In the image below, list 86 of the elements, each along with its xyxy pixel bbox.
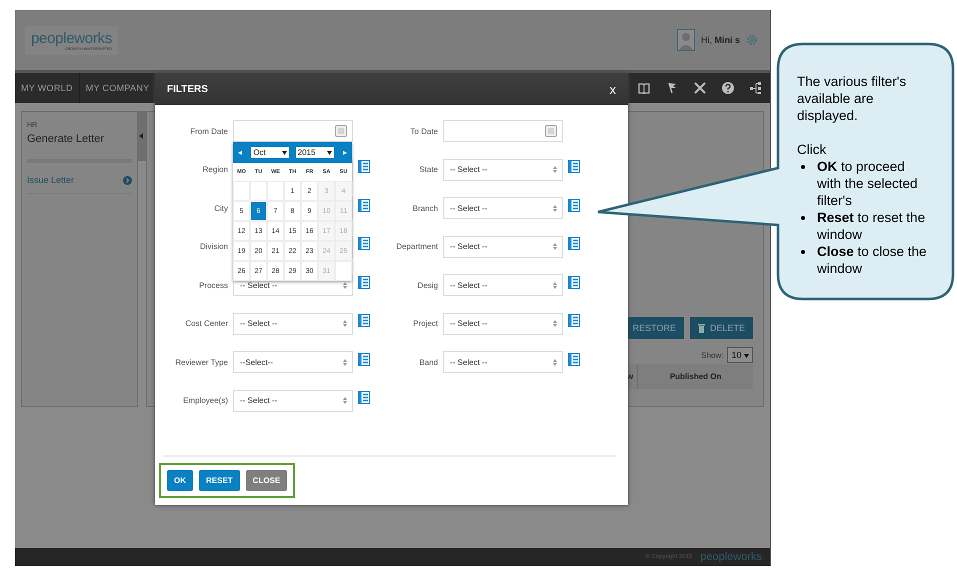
field-label: From Date: [189, 126, 228, 136]
field-label: Region: [202, 165, 228, 174]
field-label: Desig: [416, 280, 438, 290]
sort-arrows-icon: [553, 358, 557, 366]
callout-text: The various filter's available are displayed.: [797, 73, 908, 124]
logo-text: peopleworks: [31, 30, 112, 46]
empty-day-cell: [267, 181, 284, 201]
bullet-icon: [801, 165, 805, 169]
list-icon[interactable]: [568, 160, 580, 173]
year-select[interactable]: 2015: [296, 147, 334, 158]
bullet-icon: [801, 250, 805, 254]
next-month-button[interactable]: ▸: [340, 148, 350, 157]
sort-arrows-icon: [343, 358, 347, 366]
bullet-icon: [801, 216, 805, 220]
list-icon[interactable]: [358, 160, 370, 173]
select-field[interactable]: -- Select --: [443, 312, 563, 334]
field-label: Band: [418, 358, 438, 366]
book-icon[interactable]: [638, 82, 650, 94]
trash-icon: [698, 324, 705, 332]
sort-arrows-icon: [553, 282, 557, 288]
callout-text: Click: [797, 141, 828, 158]
select-field[interactable]: -- Select --: [443, 236, 563, 258]
caret-icon: [326, 150, 332, 154]
select-field[interactable]: -- Select --: [443, 274, 563, 296]
select-field[interactable]: --Select--: [233, 351, 353, 373]
field-label: Employee(s): [182, 396, 228, 405]
field-label: Branch: [412, 204, 438, 212]
select-field[interactable]: -- Select --: [443, 351, 563, 373]
list-icon[interactable]: [358, 314, 370, 327]
list-icon[interactable]: [568, 276, 580, 288]
field-label: To Date: [409, 126, 438, 136]
arrow-circle-icon[interactable]: [123, 176, 132, 184]
dialog-button[interactable]: RESET: [199, 470, 240, 491]
month-select[interactable]: Oct: [251, 147, 290, 158]
list-icon[interactable]: [568, 198, 580, 212]
caret-icon: [282, 150, 288, 154]
list-icon[interactable]: [358, 391, 370, 404]
collapse-handle[interactable]: [138, 111, 146, 161]
field-label: Division: [198, 242, 228, 251]
show-label: Show:: [701, 350, 724, 360]
dialog-button[interactable]: OK: [167, 470, 193, 491]
calendar-icon[interactable]: [335, 125, 347, 137]
list-icon[interactable]: [358, 352, 370, 366]
calendar-icon[interactable]: [545, 125, 557, 137]
list-icon[interactable]: [568, 314, 580, 327]
dialog-button[interactable]: CLOSE: [246, 470, 288, 491]
list-icon[interactable]: [358, 198, 370, 212]
sort-arrows-icon: [343, 282, 347, 288]
column-header[interactable]: Published On: [637, 364, 753, 389]
sort-arrows-icon: [553, 320, 557, 327]
sort-arrows-icon: [343, 397, 347, 404]
sort-arrows-icon: [553, 204, 557, 212]
callout-bullet-text: Close to close the window: [817, 243, 928, 277]
list-icon[interactable]: [358, 276, 370, 288]
field-label: State: [418, 165, 438, 174]
sort-arrows-icon: [553, 243, 557, 250]
date-field[interactable]: [233, 120, 353, 142]
list-icon[interactable]: [568, 237, 580, 250]
field-label: Department: [395, 242, 438, 251]
page-size-select[interactable]: 10: [727, 347, 753, 363]
field-label: Project: [412, 319, 438, 328]
dialog-title: FILTERS: [167, 84, 208, 94]
field-label: City: [213, 204, 228, 212]
help-icon[interactable]: [722, 82, 734, 94]
select-field[interactable]: -- Select --: [443, 197, 563, 219]
sort-arrows-icon: [343, 320, 347, 327]
nav-tab[interactable]: MY WORLD: [15, 73, 80, 103]
field-label: Cost Center: [184, 319, 228, 328]
date-field[interactable]: [443, 120, 563, 142]
select-field[interactable]: -- Select --: [443, 158, 563, 180]
select-field[interactable]: -- Select --: [233, 390, 353, 412]
list-icon[interactable]: [568, 352, 580, 366]
user-greeting: Hi, Mini s: [700, 35, 740, 45]
previous-month-button[interactable]: ◂: [235, 148, 245, 157]
tools-icon[interactable]: [694, 82, 706, 94]
list-icon[interactable]: [358, 237, 370, 250]
dialog-dismiss-button[interactable]: x: [608, 82, 618, 96]
sitemap-icon[interactable]: [750, 82, 762, 94]
page-title: Generate Letter: [27, 133, 106, 145]
select-field[interactable]: -- Select --: [233, 312, 353, 334]
flag-icon[interactable]: [666, 82, 678, 94]
field-label: Process: [198, 280, 228, 290]
field-label: Reviewer Type: [174, 358, 228, 366]
caret-icon: [744, 354, 749, 358]
footer-logo: peopleworks: [700, 551, 762, 563]
sort-arrows-icon: [553, 166, 557, 173]
